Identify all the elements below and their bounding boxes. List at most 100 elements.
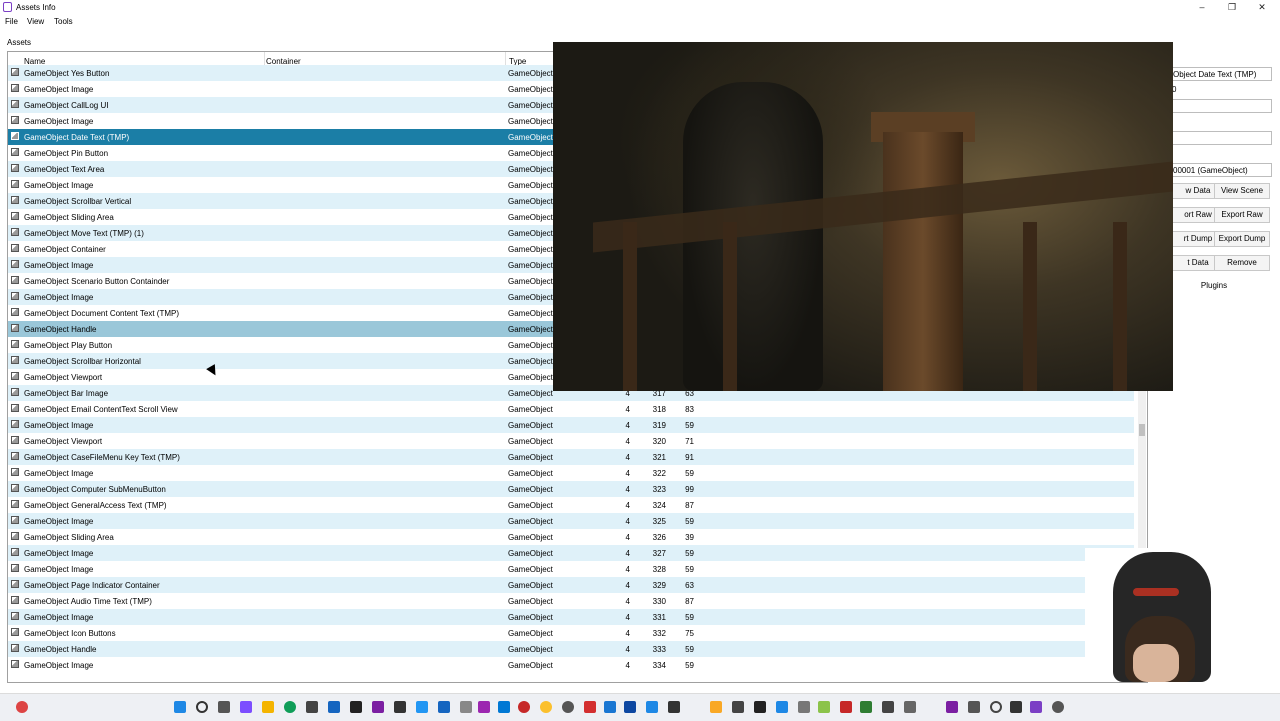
table-row[interactable]: GameObject GeneralAccess Text (TMP) GameO… <box>8 497 1134 513</box>
export-raw-button[interactable]: Export Raw <box>1214 207 1270 223</box>
search-icon[interactable] <box>196 701 208 713</box>
tray-icon-1[interactable] <box>710 701 722 713</box>
table-row[interactable]: GameObject Computer SubMenuButton GameObj… <box>8 481 1134 497</box>
task-view-icon[interactable] <box>218 701 230 713</box>
asset-name: GameObject Icon Buttons <box>24 629 116 638</box>
app-icon-4[interactable] <box>416 701 428 713</box>
app-icon-13[interactable] <box>668 701 680 713</box>
table-row[interactable]: GameObject Image GameObject 4 327 59 <box>8 545 1134 561</box>
baluster <box>623 222 637 391</box>
path-id-field[interactable]: 00001 (GameObject) <box>1170 163 1272 177</box>
app-icon-1[interactable] <box>328 701 340 713</box>
asset-name: GameObject Document Content Text (TMP) <box>24 309 180 318</box>
asset-file-id: 4 <box>625 469 630 478</box>
plugins-button[interactable]: Plugins <box>1156 279 1272 295</box>
remove-button[interactable]: Remove <box>1214 255 1270 271</box>
asset-type: GameObject <box>508 581 553 590</box>
tray-search-icon[interactable] <box>990 701 1002 713</box>
asset-type: GameObject <box>508 277 553 286</box>
tray-icon-8[interactable] <box>860 701 872 713</box>
tray-icon-7[interactable] <box>840 701 852 713</box>
table-row[interactable]: GameObject Image GameObject 4 322 59 <box>8 465 1134 481</box>
asset-name: GameObject Image <box>24 517 94 526</box>
table-row[interactable]: GameObject Icon Buttons GameObject 4 332 75 <box>8 625 1134 641</box>
app-icon-12[interactable] <box>646 701 658 713</box>
asset-size: 59 <box>685 549 694 558</box>
asset-path-id: 332 <box>652 629 666 638</box>
name-field[interactable]: Object Date Text (TMP) <box>1170 67 1272 81</box>
app-icon-9[interactable] <box>584 701 596 713</box>
table-row[interactable]: GameObject CaseFileMenu Key Text (TMP) Ga… <box>8 449 1134 465</box>
table-row[interactable]: GameObject Image GameObject 4 325 59 <box>8 513 1134 529</box>
asset-type: GameObject <box>508 405 553 414</box>
steam-icon[interactable] <box>350 701 362 713</box>
menu-tools[interactable]: Tools <box>54 17 73 26</box>
assets-info-taskbar-icon[interactable] <box>1030 701 1042 713</box>
app-icon-10[interactable] <box>604 701 616 713</box>
close-icon[interactable]: ✕ <box>1252 1 1272 14</box>
app-icon-7[interactable] <box>478 701 490 713</box>
table-row[interactable]: GameObject Viewport GameObject 4 320 71 <box>8 433 1134 449</box>
app-icon-6[interactable] <box>460 701 472 713</box>
menu-view[interactable]: View <box>27 17 44 26</box>
asset-name: GameObject Yes Button <box>24 69 110 78</box>
asset-path-id: 325 <box>652 517 666 526</box>
tray-icon-14[interactable] <box>1052 701 1064 713</box>
table-row[interactable]: GameObject Handle GameObject 4 333 59 <box>8 641 1134 657</box>
table-row[interactable]: GameObject Image GameObject 4 331 59 <box>8 609 1134 625</box>
app-icon-8[interactable] <box>518 701 530 713</box>
table-row[interactable]: GameObject Email ContentText Scroll View… <box>8 401 1134 417</box>
export-dump-button[interactable]: Export Dump <box>1214 231 1270 247</box>
table-row[interactable]: GameObject Image GameObject 4 328 59 <box>8 561 1134 577</box>
table-row[interactable]: GameObject Sliding Area GameObject 4 326 39 <box>8 529 1134 545</box>
asset-name: GameObject Move Text (TMP) (1) <box>24 229 144 238</box>
app-icon-3[interactable] <box>394 701 406 713</box>
asset-file-id: 4 <box>625 437 630 446</box>
tray-icon-13[interactable] <box>1010 701 1022 713</box>
vscode-icon[interactable] <box>498 701 510 713</box>
tray-icon-12[interactable] <box>968 701 980 713</box>
app-icon-5[interactable] <box>438 701 450 713</box>
gameobject-icon <box>11 436 19 444</box>
asset-file-id: 4 <box>625 421 630 430</box>
tray-icon-10[interactable] <box>904 701 916 713</box>
menu-file[interactable]: File <box>5 17 18 26</box>
maximize-icon[interactable]: ❐ <box>1222 1 1242 14</box>
table-row[interactable]: GameObject Audio Time Text (TMP) GameObje… <box>8 593 1134 609</box>
gameobject-icon <box>11 292 19 300</box>
view-scene-button[interactable]: View Scene <box>1214 183 1270 199</box>
chrome-icon[interactable] <box>540 701 552 713</box>
minimize-icon[interactable]: – <box>1192 1 1212 14</box>
start-icon[interactable] <box>174 701 186 713</box>
gameobject-icon <box>11 164 19 172</box>
edge-icon[interactable] <box>284 701 296 713</box>
table-row[interactable]: GameObject Image GameObject 4 334 59 <box>8 657 1134 673</box>
asset-name: GameObject Image <box>24 421 94 430</box>
gameobject-icon <box>11 308 19 316</box>
widgets-icon[interactable] <box>240 701 252 713</box>
table-row[interactable]: GameObject Image GameObject 4 319 59 <box>8 417 1134 433</box>
tray-icon-11[interactable] <box>946 701 958 713</box>
tray-icon-9[interactable] <box>882 701 894 713</box>
file-explorer-icon[interactable] <box>262 701 274 713</box>
app-icon-11[interactable] <box>624 701 636 713</box>
store-icon[interactable] <box>306 701 318 713</box>
asset-name: GameObject Bar Image <box>24 389 109 398</box>
table-row[interactable]: GameObject Page Indicator Container GameO… <box>8 577 1134 593</box>
tray-icon-3[interactable] <box>754 701 766 713</box>
tray-icon-2[interactable] <box>732 701 744 713</box>
tray-icon-6[interactable] <box>818 701 830 713</box>
gameobject-icon <box>11 548 19 556</box>
scrollbar-thumb[interactable] <box>1139 424 1145 436</box>
tray-icon-4[interactable] <box>776 701 788 713</box>
extra-field[interactable] <box>1170 131 1272 145</box>
tray-icon-5[interactable] <box>798 701 810 713</box>
weather-icon[interactable] <box>16 701 28 713</box>
path-field[interactable] <box>1170 99 1272 113</box>
asset-size: 99 <box>685 485 694 494</box>
asset-path-id: 324 <box>652 501 666 510</box>
app-icon-2[interactable] <box>372 701 384 713</box>
gameobject-icon <box>11 340 19 348</box>
gameobject-icon <box>11 228 19 236</box>
settings-icon[interactable] <box>562 701 574 713</box>
